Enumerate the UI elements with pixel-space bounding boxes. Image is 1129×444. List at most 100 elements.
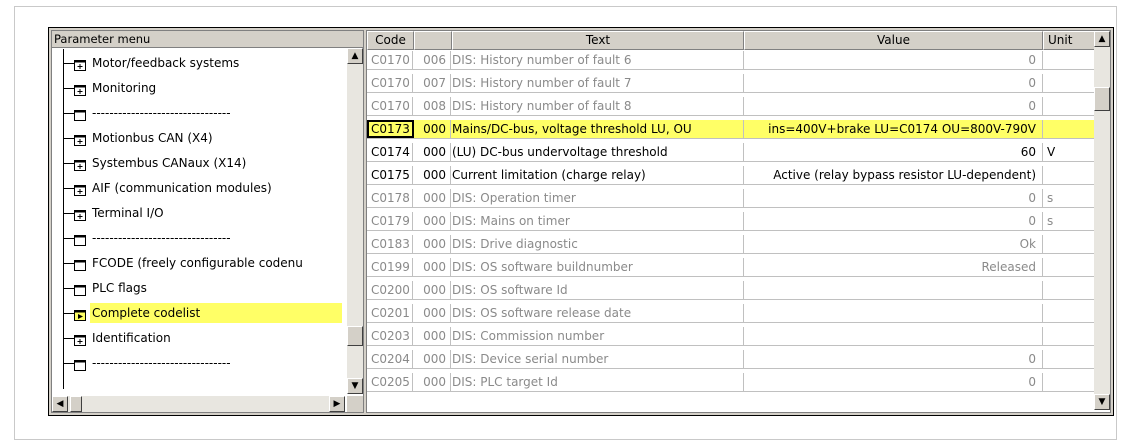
code-cell: C0174	[371, 145, 410, 159]
unit-cell	[1045, 373, 1095, 391]
code-cell: C0170	[371, 53, 410, 67]
expand-folder-icon[interactable]	[74, 332, 86, 346]
tree-item[interactable]: Systembus CANaux (X14)	[52, 153, 344, 173]
subcode-cell: 000	[423, 260, 446, 274]
cell-divider	[743, 51, 744, 69]
folder-icon[interactable]	[74, 282, 86, 296]
cell-divider	[450, 373, 451, 391]
tree-header: Parameter menu	[52, 31, 363, 48]
code-cell: C0200	[371, 283, 410, 297]
tree-item[interactable]: Complete codelist	[52, 303, 344, 323]
subcode-cell: 000	[423, 145, 446, 159]
tree-horizontal-scrollbar[interactable]: ◀ ▶	[52, 396, 345, 412]
table-row[interactable]: C0178 000 DIS: Operation timer 0 s	[367, 189, 1094, 208]
table-row[interactable]: C0173 000 Mains/DC-bus, voltage threshold …	[367, 120, 1094, 139]
cell-divider	[743, 304, 744, 322]
table-row[interactable]: C0175 000 Current limitation (charge relay…	[367, 166, 1094, 185]
cell-divider	[450, 212, 451, 230]
folder-icon[interactable]	[74, 357, 86, 371]
cell-divider	[743, 120, 744, 138]
value-cell: ins=400V+brake LU=C0174 OU=800V-790V	[768, 122, 1036, 136]
table-row[interactable]: C0170 007 DIS: History number of fault 7 0	[367, 74, 1094, 93]
expand-folder-icon[interactable]	[74, 82, 86, 96]
table-row[interactable]: C0204 000 DIS: Device serial number 0	[367, 350, 1094, 369]
tree-item[interactable]: Identification	[52, 328, 344, 348]
table-vertical-scrollbar[interactable]: ▲ ▼	[1094, 31, 1110, 410]
text-cell: Current limitation (charge relay)	[452, 168, 646, 182]
cell-divider	[743, 258, 744, 276]
value-cell: Ok	[1019, 237, 1036, 251]
tree-vertical-scrollbar[interactable]: ▲ ▼	[347, 48, 363, 394]
table-row[interactable]: C0183 000 DIS: Drive diagnostic Ok	[367, 235, 1094, 254]
tree-item[interactable]: AIF (communication modules)	[52, 178, 344, 198]
expand-folder-icon[interactable]	[74, 132, 86, 146]
scroll-up-icon[interactable]: ▲	[1094, 31, 1110, 47]
expand-folder-icon[interactable]	[74, 182, 86, 196]
table-row[interactable]: C0203 000 DIS: Commission number	[367, 327, 1094, 346]
subcode-cell: 000	[423, 352, 446, 366]
code-cell: C0205	[371, 375, 410, 389]
expand-folder-icon[interactable]	[74, 57, 86, 71]
text-cell: DIS: Mains on timer	[452, 214, 570, 228]
column-header-code[interactable]: Code	[367, 31, 414, 50]
unit-cell	[1045, 235, 1095, 253]
subcode-cell: 008	[423, 99, 446, 113]
tree-item[interactable]: --------------------------------	[52, 353, 344, 373]
unit-cell	[1045, 120, 1095, 138]
code-cell: C0183	[371, 237, 410, 251]
cell-divider	[743, 74, 744, 92]
tree-item[interactable]: Motionbus CAN (X4)	[52, 128, 344, 148]
column-header-unit[interactable]: Unit	[1043, 31, 1097, 50]
code-cell: C0204	[371, 352, 410, 366]
folder-icon[interactable]	[74, 232, 86, 246]
column-header-subcode[interactable]	[414, 31, 452, 50]
scroll-down-icon[interactable]: ▼	[347, 378, 363, 394]
folder-icon[interactable]	[74, 257, 86, 271]
tree-item[interactable]: Motor/feedback systems	[52, 53, 344, 73]
expand-folder-icon[interactable]	[74, 157, 86, 171]
subcode-cell: 007	[423, 76, 446, 90]
code-cell: C0203	[371, 329, 410, 343]
value-cell: 60	[1020, 145, 1036, 159]
text-cell: DIS: PLC target Id	[452, 375, 558, 389]
table-row[interactable]: C0170 008 DIS: History number of fault 8 0	[367, 97, 1094, 116]
tree-item[interactable]: --------------------------------	[52, 103, 344, 123]
value-cell: 0	[1028, 191, 1036, 205]
folder-icon[interactable]	[74, 107, 86, 121]
tree-scroll-thumb[interactable]	[347, 326, 363, 346]
column-header-text[interactable]: Text	[452, 31, 744, 50]
table-row[interactable]: C0201 000 DIS: OS software release date	[367, 304, 1094, 323]
tree-item[interactable]: PLC flags	[52, 278, 344, 298]
unit-cell: s	[1047, 214, 1054, 228]
table-row[interactable]: C0174 000 (LU) DC-bus undervoltage thresho…	[367, 143, 1094, 162]
scroll-right-icon[interactable]: ▶	[329, 396, 345, 412]
cell-divider	[1042, 120, 1043, 138]
tree-item[interactable]: Terminal I/O	[52, 203, 344, 223]
scroll-up-icon[interactable]: ▲	[347, 48, 363, 64]
unit-cell: V	[1047, 145, 1056, 159]
tree-item-label: Motor/feedback systems	[92, 56, 240, 70]
tree-item[interactable]: Monitoring	[52, 78, 344, 98]
cell-divider	[743, 350, 744, 368]
table-row[interactable]: C0179 000 DIS: Mains on timer 0 s	[367, 212, 1094, 231]
table-row[interactable]: C0170 006 DIS: History number of fault 6 0	[367, 51, 1094, 70]
subcode-cell: 006	[423, 53, 446, 67]
cell-divider	[743, 281, 744, 299]
tree-item[interactable]: --------------------------------	[52, 228, 344, 248]
expand-folder-icon[interactable]	[74, 207, 86, 221]
tree-item-label: Identification	[92, 331, 171, 345]
scroll-down-icon[interactable]: ▼	[1094, 394, 1110, 410]
table-row[interactable]: C0205 000 DIS: PLC target Id 0	[367, 373, 1094, 392]
tree-item[interactable]: FCODE (freely configurable codenu	[52, 253, 344, 273]
subcode-cell: 000	[423, 329, 446, 343]
table-scroll-thumb[interactable]	[1094, 87, 1110, 111]
tree-item-label: PLC flags	[92, 281, 147, 295]
table-row[interactable]: C0200 000 DIS: OS software Id	[367, 281, 1094, 300]
table-row[interactable]: C0199 000 DIS: OS software buildnumber Rele…	[367, 258, 1094, 277]
tree-item-label: FCODE (freely configurable codenu	[92, 256, 303, 270]
scroll-left-icon[interactable]: ◀	[52, 396, 68, 412]
column-header-value[interactable]: Value	[744, 31, 1043, 50]
play-folder-icon[interactable]	[74, 307, 86, 321]
tree-hscroll-thumb[interactable]	[70, 396, 82, 412]
code-cell: C0179	[371, 214, 410, 228]
